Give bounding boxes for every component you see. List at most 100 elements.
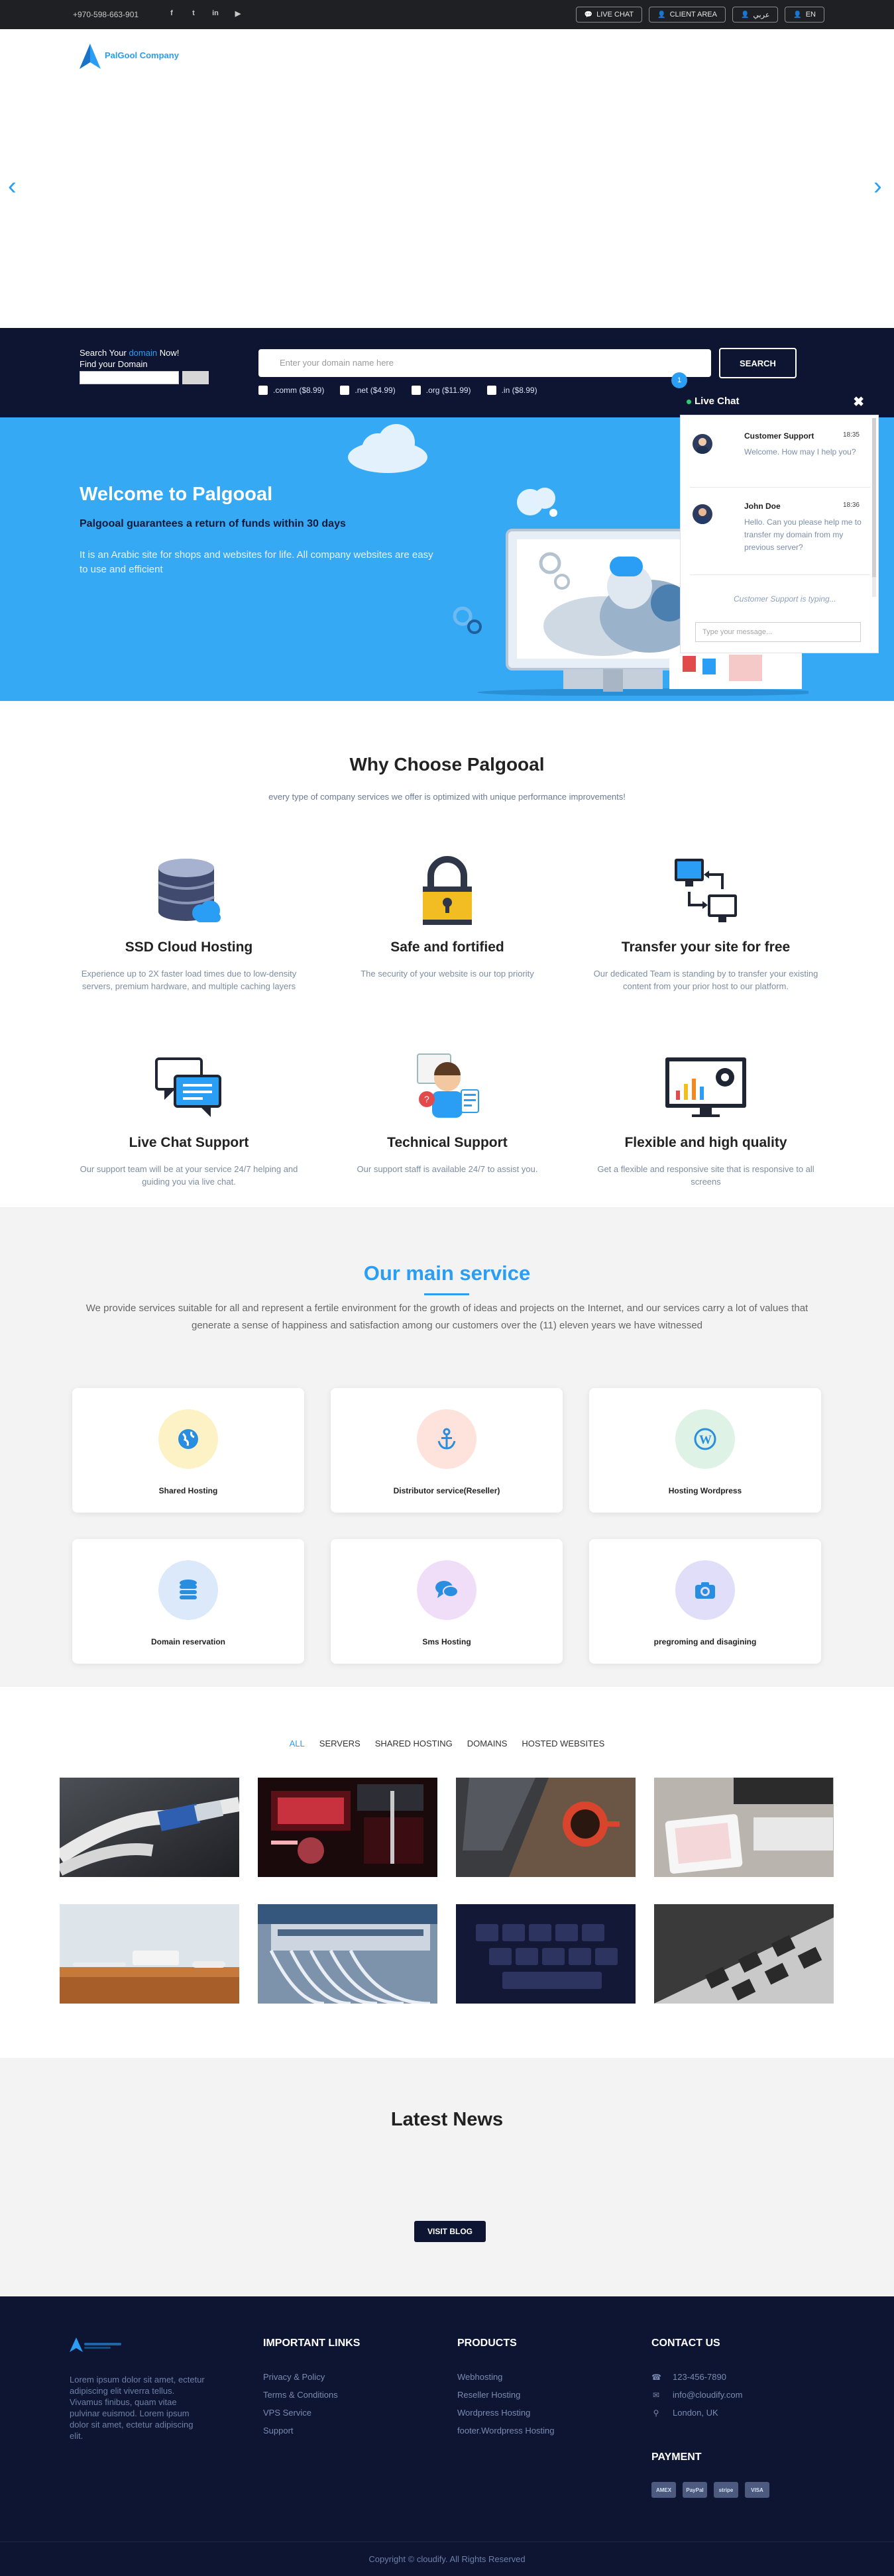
portfolio-image-desk-router[interactable] bbox=[60, 1904, 239, 2004]
linkedin-icon[interactable]: in bbox=[211, 9, 220, 19]
stripe-card-icon: stripe bbox=[714, 2482, 738, 2498]
checkbox[interactable] bbox=[340, 386, 350, 395]
feature-title: Flexible and high quality bbox=[624, 1135, 787, 1150]
service-label: Hosting Wordpress bbox=[668, 1486, 742, 1495]
logo-mark-icon bbox=[80, 44, 101, 69]
tld-com-option[interactable]: .comm ($8.99) bbox=[258, 386, 324, 395]
tld-options: .comm ($8.99) .net ($4.99) .org ($11.99)… bbox=[258, 386, 537, 395]
service-card-shared-hosting[interactable]: Shared Hosting bbox=[72, 1388, 304, 1513]
copyright: Copyright © cloudify. All Rights Reserve… bbox=[0, 2542, 894, 2576]
feature-text: Our support team will be at your service… bbox=[80, 1164, 298, 1187]
portfolio-image-laptop-coffee[interactable] bbox=[456, 1778, 636, 1877]
checkbox[interactable] bbox=[411, 386, 421, 395]
filter-domains[interactable]: Domains bbox=[467, 1739, 508, 1748]
filter-hosted-websites[interactable]: Hosted Websites bbox=[522, 1739, 604, 1748]
arabic-language-button[interactable]: 👤 عربي bbox=[732, 7, 779, 23]
column-title: Products bbox=[457, 2337, 517, 2349]
portfolio-image-keyboard[interactable] bbox=[456, 1904, 636, 2004]
service-card-design[interactable]: pregroming and disagining bbox=[589, 1539, 821, 1664]
services-title: Our main service bbox=[363, 1261, 531, 1285]
checkbox[interactable] bbox=[486, 386, 496, 395]
live-chat-button[interactable]: 💬 Live Chat bbox=[575, 7, 643, 23]
tld-label: .net ($4.99) bbox=[355, 386, 396, 395]
message-sender: Customer Support bbox=[744, 431, 814, 441]
footer-link[interactable]: Webhosting bbox=[457, 2372, 554, 2382]
service-card-sms-hosting[interactable]: Sms Hosting bbox=[331, 1539, 563, 1664]
footer-link[interactable]: VPS Service bbox=[263, 2408, 360, 2418]
support-agent-icon: ? bbox=[321, 1050, 573, 1123]
footer-link[interactable]: Support bbox=[263, 2426, 360, 2436]
close-icon[interactable]: ✖ bbox=[853, 394, 864, 410]
portfolio-image-server-board[interactable] bbox=[258, 1778, 437, 1877]
products-column: Products Webhosting Reseller Hosting Wor… bbox=[457, 2337, 554, 2443]
phone-icon: ☎ bbox=[651, 2372, 661, 2382]
payment-column: Payment AMEX PayPal stripe VISA bbox=[651, 2451, 769, 2498]
slider-prev-arrow[interactable]: ‹ bbox=[8, 172, 17, 201]
footer: Lorem ipsum dolor sit amet, ectetur adip… bbox=[0, 2296, 894, 2576]
twitter-icon[interactable]: t bbox=[189, 9, 198, 19]
chat-scrollbar[interactable] bbox=[872, 418, 876, 597]
service-label: pregroming and disagining bbox=[653, 1637, 757, 1646]
avatar bbox=[693, 434, 712, 454]
live-chat-label: Live Chat bbox=[596, 11, 634, 19]
client-area-button[interactable]: 👤 Client Area bbox=[649, 7, 726, 23]
english-label: EN bbox=[805, 11, 816, 19]
youtube-icon[interactable]: ▶ bbox=[233, 9, 243, 19]
wordpress-icon: W bbox=[675, 1409, 735, 1469]
portfolio-image-tablet-keyboard[interactable] bbox=[654, 1778, 834, 1877]
tld-in-option[interactable]: .in ($8.99) bbox=[486, 386, 537, 395]
contact-email[interactable]: ✉ info@cloudify.com bbox=[651, 2390, 742, 2400]
label-suffix: Now! bbox=[157, 348, 180, 358]
news-title: Latest News bbox=[390, 2109, 504, 2130]
filter-servers[interactable]: Servers bbox=[319, 1739, 361, 1748]
slider-next-arrow[interactable]: › bbox=[873, 172, 882, 201]
phone-number: +970-598-663-901 bbox=[73, 10, 139, 19]
filter-shared-hosting[interactable]: Shared Hosting bbox=[375, 1739, 453, 1748]
checkbox[interactable] bbox=[258, 386, 268, 395]
portfolio-image-patch-panel[interactable] bbox=[258, 1904, 437, 2004]
search-button[interactable]: Search bbox=[719, 348, 797, 378]
why-title: Why Choose Palgooal bbox=[349, 754, 545, 775]
message-time: 18:35 bbox=[842, 431, 860, 439]
logo[interactable]: PalGool Company bbox=[78, 42, 179, 72]
top-buttons: 💬 Live Chat 👤 Client Area 👤 عربي 👤 EN bbox=[575, 7, 824, 23]
tld-org-option[interactable]: .org ($11.99) bbox=[411, 386, 471, 395]
chat-message-input[interactable]: Type your message... bbox=[695, 622, 861, 642]
contact-location: ⚲ London, UK bbox=[651, 2408, 742, 2418]
tld-net-option[interactable]: .net ($4.99) bbox=[340, 386, 396, 395]
chat-header[interactable]: Live Chat ✖ bbox=[680, 388, 879, 415]
portfolio-filters: All Servers Shared Hosting Domains Hoste… bbox=[0, 1739, 894, 1748]
service-label: Domain reservation bbox=[150, 1637, 226, 1646]
facebook-icon[interactable]: f bbox=[167, 9, 176, 19]
label-prefix: Search Your bbox=[80, 348, 129, 358]
portfolio-image-network-cable[interactable] bbox=[60, 1778, 239, 1877]
footer-logo-icon[interactable] bbox=[70, 2336, 123, 2353]
location-icon: ⚲ bbox=[653, 2408, 659, 2418]
divider bbox=[690, 487, 870, 488]
footer-link[interactable]: footer.Wordpress Hosting bbox=[457, 2426, 554, 2436]
amex-card-icon: AMEX bbox=[651, 2482, 676, 2498]
divider bbox=[690, 574, 870, 575]
visit-blog-button[interactable]: Visit Blog bbox=[414, 2221, 486, 2242]
service-card-domain-reservation[interactable]: Domain reservation bbox=[72, 1539, 304, 1664]
contact-column: Contact Us ☎ 123-456-7890 ✉ info@cloudify.… bbox=[651, 2337, 742, 2426]
footer-link[interactable]: Privacy & Policy bbox=[263, 2372, 360, 2382]
english-language-button[interactable]: 👤 EN bbox=[785, 7, 824, 23]
label-highlight: domain bbox=[129, 348, 158, 358]
service-card-reseller[interactable]: Distributor service(Reseller) bbox=[331, 1388, 563, 1513]
service-card-wordpress[interactable]: W Hosting Wordpress bbox=[589, 1388, 821, 1513]
feature-text: Experience up to 2X faster load times du… bbox=[81, 969, 297, 991]
mini-search-button[interactable] bbox=[182, 371, 209, 384]
domain-input[interactable]: Enter your domain name here bbox=[258, 349, 711, 377]
message-sender: John Doe bbox=[744, 502, 781, 511]
paypal-card-icon: PayPal bbox=[683, 2482, 707, 2498]
feature-tech-support: ? Technical Support Our support staff is… bbox=[321, 1050, 573, 1175]
filter-all[interactable]: All bbox=[290, 1739, 305, 1748]
footer-link[interactable]: Wordpress Hosting bbox=[457, 2408, 554, 2418]
feature-live-chat: Live Chat Support Our support team will … bbox=[63, 1050, 315, 1188]
portfolio-image-ethernet-ports[interactable] bbox=[654, 1904, 834, 2004]
padlock-icon bbox=[321, 855, 573, 928]
mini-domain-input[interactable] bbox=[80, 371, 179, 384]
footer-link[interactable]: Terms & Conditions bbox=[263, 2390, 360, 2400]
footer-link[interactable]: Reseller Hosting bbox=[457, 2390, 554, 2400]
